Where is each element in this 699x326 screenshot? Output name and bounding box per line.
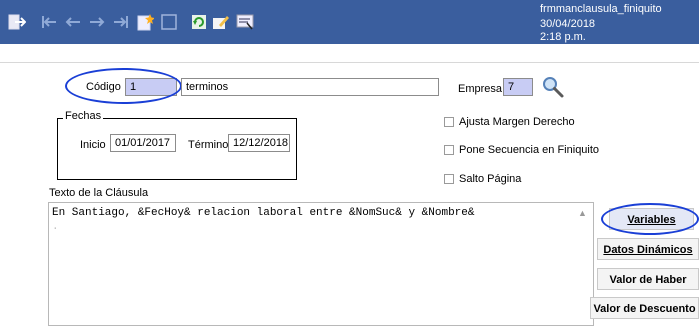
empresa-field[interactable]: 7 bbox=[503, 78, 533, 96]
inicio-label: Inicio bbox=[80, 139, 106, 151]
search-icon[interactable] bbox=[541, 75, 565, 99]
salto-pagina-checkbox[interactable] bbox=[444, 174, 454, 184]
form-name: frmmanclausula_finiquito bbox=[540, 3, 662, 15]
exit-icon[interactable] bbox=[8, 13, 26, 31]
ajusta-margen-label: Ajusta Margen Derecho bbox=[459, 116, 575, 128]
ajusta-margen-checkbox[interactable] bbox=[444, 117, 454, 127]
toolbar: frmmanclausula_finiquito 30/04/2018 2:18… bbox=[0, 0, 699, 44]
texto-clausula-label: Texto de la Cláusula bbox=[49, 187, 149, 199]
scroll-up-arrow-icon[interactable]: ▲ bbox=[578, 208, 587, 218]
datos-dinamicos-button[interactable]: Datos Dinámicos bbox=[597, 238, 699, 260]
clause-text-line: . bbox=[52, 221, 59, 233]
termino-date-field[interactable]: 12/12/2018 bbox=[228, 134, 290, 152]
variables-highlight-ellipse bbox=[601, 203, 699, 235]
refresh-icon[interactable] bbox=[190, 13, 208, 31]
report-icon[interactable] bbox=[236, 13, 254, 31]
datos-dinamicos-label: Datos Dinámicos bbox=[603, 244, 693, 256]
edit-icon[interactable] bbox=[212, 13, 230, 31]
next-record-icon[interactable] bbox=[88, 13, 106, 31]
new-record-icon[interactable] bbox=[136, 13, 154, 31]
valor-haber-label: Valor de Haber bbox=[609, 274, 687, 286]
pone-secuencia-label: Pone Secuencia en Finiquito bbox=[459, 144, 600, 156]
pone-secuencia-checkbox[interactable] bbox=[444, 145, 454, 155]
codigo-highlight-ellipse bbox=[65, 68, 182, 104]
last-record-icon[interactable] bbox=[112, 13, 130, 31]
first-record-icon[interactable] bbox=[40, 13, 58, 31]
valor-descuento-label: Valor de Descuento bbox=[593, 303, 696, 315]
inicio-date-field[interactable]: 01/01/2017 bbox=[110, 134, 176, 152]
toolbar-separator bbox=[0, 44, 699, 63]
empresa-label: Empresa bbox=[458, 83, 503, 95]
descripcion-field[interactable]: terminos bbox=[181, 78, 439, 96]
valor-haber-button[interactable]: Valor de Haber bbox=[597, 268, 699, 290]
fechas-legend: Fechas bbox=[63, 110, 104, 122]
salto-pagina-label: Salto Página bbox=[459, 173, 522, 185]
timestamp: 30/04/2018 2:18 p.m. bbox=[540, 18, 596, 43]
clause-text-line: En Santiago, &FecHoy& relacion laboral e… bbox=[52, 207, 475, 219]
previous-record-icon[interactable] bbox=[64, 13, 82, 31]
blank-icon[interactable] bbox=[160, 13, 178, 31]
clause-textarea[interactable] bbox=[48, 202, 594, 326]
termino-label: Término bbox=[188, 139, 229, 151]
valor-descuento-button[interactable]: Valor de Descuento bbox=[590, 297, 699, 319]
